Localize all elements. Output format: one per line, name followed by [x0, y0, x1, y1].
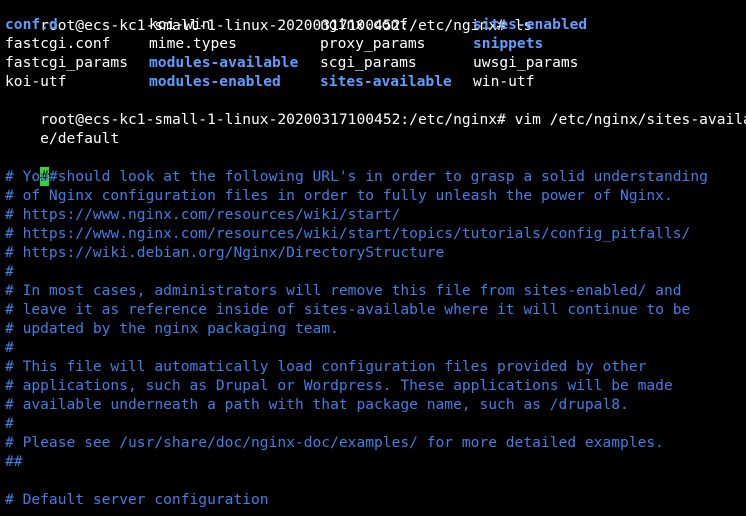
- editor-line: #: [5, 415, 14, 432]
- editor-line: # https://www.nginx.com/resources/wiki/s…: [5, 225, 691, 242]
- terminal-window[interactable]: root@ecs-kc1-small-1-linux-2020031710045…: [5, 0, 746, 516]
- ls-file-entry: proxy_params: [320, 35, 426, 52]
- ls-file-entry: koi-utf: [5, 73, 67, 90]
- prompt-line-vim-wrap: e/default: [5, 110, 119, 147]
- editor-line: #: [5, 339, 14, 356]
- editor-line: # https://www.nginx.com/resources/wiki/s…: [5, 206, 401, 223]
- editor-line: # In most cases, administrators will rem…: [5, 282, 682, 299]
- editor-line: # Please see /usr/share/doc/nginx-doc/ex…: [5, 434, 664, 451]
- editor-line: # updated by the nginx packaging team.: [5, 320, 339, 337]
- ls-row: fastcgi_params modules-available scgi_para…: [5, 53, 746, 72]
- ls-file-entry: fastcgi_params: [5, 54, 129, 71]
- ls-directory-entry: conf.d: [5, 16, 58, 33]
- ls-file-entry: win-utf: [473, 73, 535, 90]
- ls-row: koi-utf modules-enabled sites-available win…: [5, 72, 746, 91]
- ls-file-entry: nginx.conf: [320, 16, 408, 33]
- editor-line: # available underneath a path with that …: [5, 396, 629, 413]
- editor-first-line[interactable]: ##: [5, 148, 58, 186]
- ls-row: fastcgi.conf mime.types proxy_params snippe…: [5, 34, 746, 53]
- ls-row: conf.d koi-win nginx.conf sites-enabled: [5, 15, 746, 34]
- editor-line: # https://wiki.debian.org/Nginx/Director…: [5, 244, 445, 261]
- ls-file-entry: fastcgi.conf: [5, 35, 111, 52]
- ls-directory-entry: sites-available: [320, 73, 452, 90]
- ls-directory-entry: modules-available: [149, 54, 299, 71]
- editor-line: #: [5, 263, 14, 280]
- prompt-line-ls: root@ecs-kc1-small-1-linux-2020031710045…: [5, 0, 532, 34]
- editor-line: # leave it as reference inside of sites-…: [5, 301, 691, 318]
- editor-line: ##: [5, 453, 23, 470]
- ls-directory-entry: sites-enabled: [473, 16, 588, 33]
- ls-file-entry: mime.types: [149, 35, 237, 52]
- ls-file-entry: uwsgi_params: [473, 54, 579, 71]
- prompt-line-vim: root@ecs-kc1-small-1-linux-2020031710045…: [5, 91, 746, 128]
- vim-command-line-wrap: e/default: [40, 130, 120, 147]
- editor-line: # Default server configuration: [5, 491, 269, 508]
- ls-file-entry: koi-win: [149, 16, 211, 33]
- editor-line: # applications, such as Drupal or Wordpr…: [5, 377, 673, 394]
- editor-line: # of Nginx configuration files in order …: [5, 187, 673, 204]
- ls-file-entry: scgi_params: [320, 54, 417, 71]
- ls-directory-entry: snippets: [473, 35, 544, 52]
- vim-command-line: root@ecs-kc1-small-1-linux-2020031710045…: [40, 111, 746, 128]
- editor-line: # This file will automatically load conf…: [5, 358, 647, 375]
- editor-line: # You should look at the following URL's…: [5, 168, 708, 185]
- ls-directory-entry: modules-enabled: [149, 73, 281, 90]
